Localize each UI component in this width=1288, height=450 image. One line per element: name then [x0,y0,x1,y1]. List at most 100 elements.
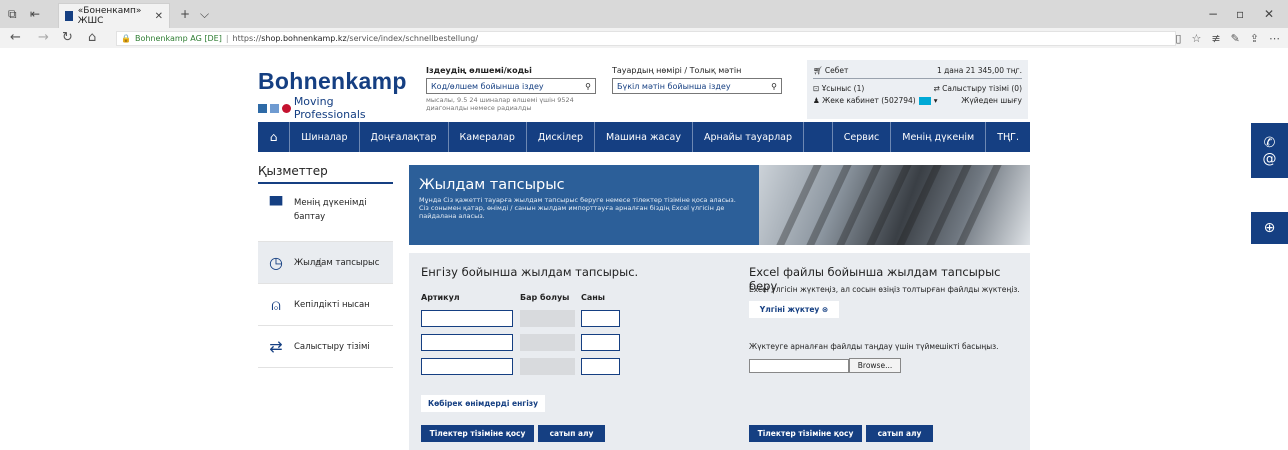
search-icon[interactable]: ⚲ [771,82,777,91]
back-icon[interactable]: ← [10,30,21,45]
column-header-quantity: Саны [581,293,606,302]
add-more-products-button[interactable]: Көбірек өнімдерді енгізу [421,395,545,412]
excel-buy-button[interactable]: сатып алу [866,425,933,442]
services-sidebar: Қызметтер ▀ Менің дүкенімді баптау ◷ Жыл… [258,164,393,368]
article-input[interactable] [421,358,513,375]
more-menu-icon[interactable]: ⋯ [1269,32,1280,45]
sidebar-item-compare[interactable]: ⇄ Салыстыру тізімі [258,326,393,368]
site-identity: Bohnenkamp AG [DE] [134,34,222,43]
site-logo[interactable]: Bohnenkamp Moving Professionals [258,68,408,121]
new-tab-button[interactable]: + [180,7,190,21]
cart-icon: 🛒︎ [813,65,823,75]
tab-close-icon[interactable]: ✕ [155,11,163,22]
cart-label: Себет [824,65,849,75]
nav-item-my-shop[interactable]: Менің дүкенім [891,122,987,152]
compare-arrows-icon: ⇄ [933,83,940,93]
nav-item-currency[interactable]: ТҢГ. [986,122,1030,152]
text-search: Тауардың нөмірі / Толық мәтін Бүкіл мәті… [612,66,782,94]
cabinet-link[interactable]: ♟ Жеке кабинет (502794) ▾ [813,96,938,105]
pen-icon[interactable]: ✎ [1231,32,1240,45]
page-content: Bohnenkamp Moving Professionals Іздеудің… [0,48,1288,450]
tab-bar: ⧉ ⇤ «Боненкамп» ЖШС ✕ + ⌵ − ▫ ✕ [0,0,1288,28]
browse-button[interactable]: Browse... [849,358,901,373]
logo-square-icon [258,103,267,113]
url-field[interactable]: 🔒 Bohnenkamp AG [DE] | https://shop.bohn… [116,31,1176,46]
text-search-label: Тауардың нөмірі / Толық мәтін [612,66,742,75]
email-icon[interactable]: @ [1263,151,1277,167]
compare-link[interactable]: ⇄ Салыстыру тізімі (0) [933,84,1022,93]
availability-field [520,358,575,375]
chevron-down-icon[interactable]: ▾ [934,96,938,105]
nav-home-icon[interactable]: ⌂ [258,122,291,152]
warranty-head-icon: ⍝ [271,294,281,314]
forward-icon[interactable]: → [38,30,49,45]
browser-toolbar-icons: ▯ ☆ ≢ ✎ ⇪ ⋯ [1175,32,1280,45]
quantity-input[interactable] [581,358,620,375]
sidebar-item-quick-order[interactable]: ◷ Жылдам тапсырыс [258,242,393,284]
excel-instruction: Excel үлгісін жүктеңіз, ал сосын өзіңіз … [749,285,1020,294]
globe-icon[interactable]: ⊕ [1264,220,1276,236]
cabinet-row: ♟ Жеке кабинет (502794) ▾ Жүйеден шығу [813,94,1022,106]
manual-order-title: Енгізу бойынша жылдам тапсырыс. [421,265,639,279]
window-close-button[interactable]: ✕ [1264,7,1274,21]
offers-link[interactable]: ⊡ Ұсыныс (1) [813,84,864,93]
nav-item-wheels[interactable]: Доңғалақтар [360,122,449,152]
reading-view-icon[interactable]: ▯ [1175,32,1181,45]
nav-item-service[interactable]: Сервис [833,122,892,152]
nav-item-special-goods[interactable]: Арнайы тауарлар [693,122,805,152]
window-minimize-button[interactable]: − [1208,7,1218,21]
excel-add-to-wishlist-button[interactable]: Тілектер тізіміне қосу [749,425,862,442]
favicon-icon [65,11,73,21]
tab-title: «Боненкамп» ЖШС [77,6,142,26]
nav-item-discs[interactable]: Дискілер [527,122,596,152]
kazakhstan-flag-icon[interactable] [918,96,931,105]
banner-description: Мұнда Сіз қажетті тауарға жылдам тапсыры… [419,196,736,220]
main-navigation: ⌂ Шиналар Доңғалақтар Камералар Дискілер… [258,122,1030,152]
add-to-wishlist-button[interactable]: Тілектер тізіміне қосу [421,425,534,442]
favorite-star-icon[interactable]: ☆ [1191,32,1201,45]
phone-icon[interactable]: ✆ [1264,135,1276,151]
logout-link[interactable]: Жүйеден шығу [961,96,1022,105]
browser-tab[interactable]: «Боненкамп» ЖШС ✕ [58,3,170,28]
banner-text-block: Жылдам тапсырыс Мұнда Сіз қажетті тауарғ… [409,165,759,245]
account-box: 🛒︎ Себет 1 дана 21 345,00 тңг. ⊡ Ұсыныс … [807,60,1028,119]
logo-square-icon [269,103,279,113]
compare-arrows-icon: ⇄ [269,337,283,356]
search-icon[interactable]: ⚲ [585,82,591,91]
sidebar-item-warranty[interactable]: ⍝ Кепілдікті нысан [258,284,393,326]
code-search-input[interactable]: Код/өлшем бойынша іздеу ⚲ [426,78,596,94]
home-icon[interactable]: ⌂ [88,30,96,45]
buy-button[interactable]: сатып алу [538,425,605,442]
tab-menu-icon[interactable]: ⌵ [200,7,209,22]
download-template-button[interactable]: Үлгіні жүктеу ⊛ [749,301,839,318]
tab-manager-icon[interactable]: ⧉ [8,7,17,22]
logo-tagline-row: Moving Professionals [258,95,408,121]
logo-name: Bohnenkamp [258,68,407,94]
code-search-label: Іздеудің өлшемі/кодьі [426,66,532,75]
file-path-field[interactable] [749,359,849,373]
sidebar-item-label: Менің дүкенімді баптау [294,196,384,224]
article-input[interactable] [421,310,513,327]
clock-icon: ◷ [269,253,283,272]
nav-item-tubes[interactable]: Камералар [449,122,527,152]
share-icon[interactable]: ⇪ [1250,32,1259,45]
quantity-input[interactable] [581,310,620,327]
nav-item-tires[interactable]: Шиналар [290,122,360,152]
favorites-hub-icon[interactable]: ≢ [1211,32,1220,45]
file-instruction: Жүктеуге арналған файлды таңдау үшін түй… [749,342,999,351]
cart-row[interactable]: 🛒︎ Себет 1 дана 21 345,00 тңг. [813,64,1022,76]
set-aside-tabs-icon[interactable]: ⇤ [30,7,40,21]
sidebar-item-label: Жылдам тапсырыс [294,257,380,268]
nav-item-machinery[interactable]: Машина жасау [595,122,693,152]
text-search-input[interactable]: Бүкіл мәтін бойынша іздеу ⚲ [612,78,782,94]
refresh-icon[interactable]: ↻ [62,30,73,45]
sidebar-item-label: Кепілдікті нысан [294,299,370,310]
nav-spacer [804,122,833,152]
code-search-placeholder: Код/өлшем бойынша іздеу [431,81,544,91]
quantity-input[interactable] [581,334,620,351]
window-maximize-button[interactable]: ▫ [1236,7,1244,21]
sidebar-item-shop-settings[interactable]: ▀ Менің дүкенімді баптау [258,184,393,242]
user-icon: ♟ [813,95,820,105]
article-input[interactable] [421,334,513,351]
url-path: /service/index/schnellbestellung/ [346,34,479,43]
